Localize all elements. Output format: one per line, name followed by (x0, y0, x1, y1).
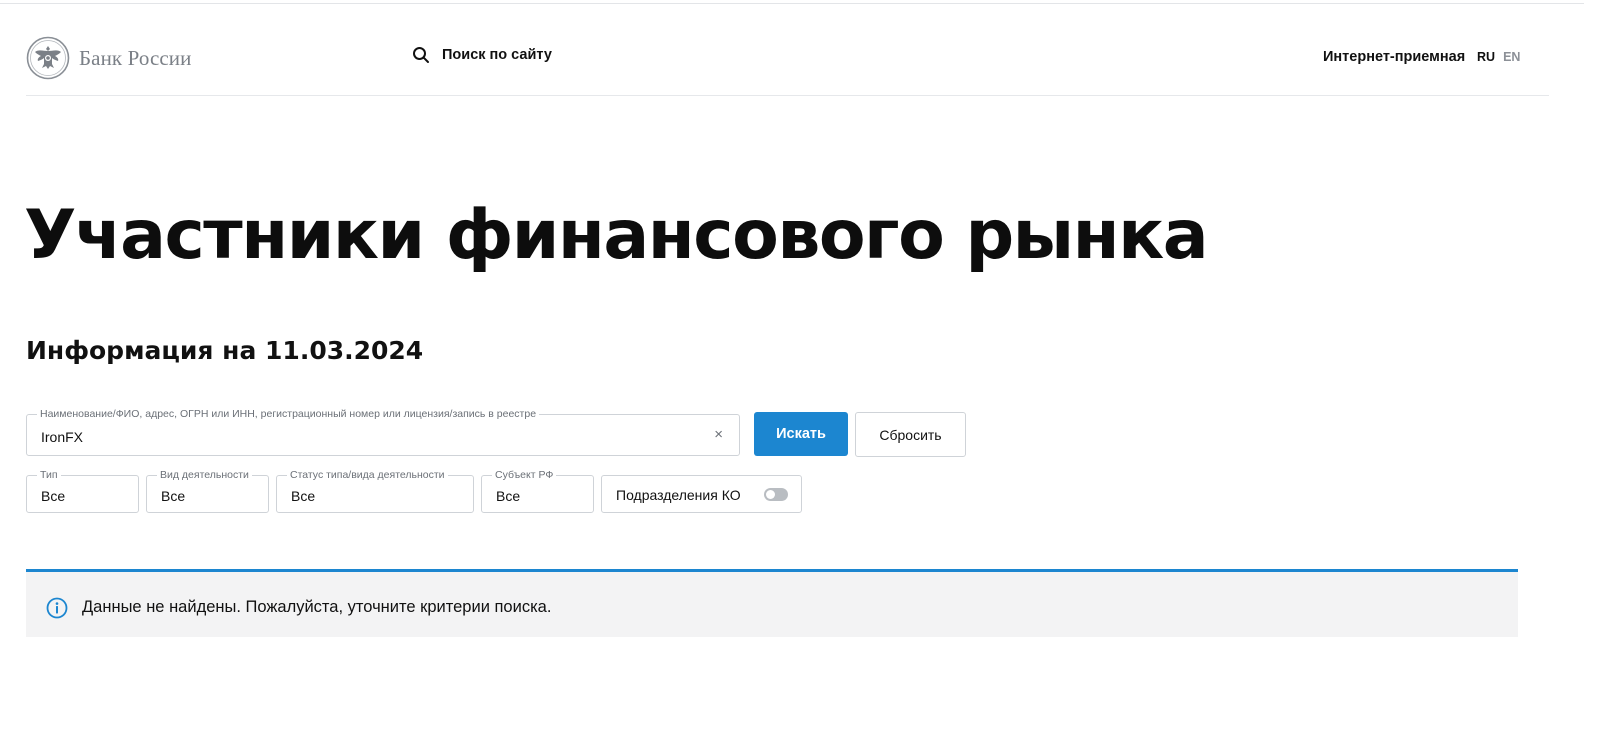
registry-search-input[interactable]: Наименование/ФИО, адрес, ОГРН или ИНН, р… (26, 408, 740, 456)
ko-subdivisions-toggle[interactable]: Подразделения КО (601, 475, 802, 513)
lang-ru[interactable]: RU (1477, 50, 1495, 64)
activity-filter-select[interactable]: Вид деятельности Все (146, 469, 269, 513)
status-filter-value: Все (291, 488, 316, 504)
alert-message: Данные не найдены. Пожалуйста, уточните … (82, 598, 552, 616)
site-search-link[interactable]: Поиск по сайту (412, 46, 552, 64)
site-search-label: Поиск по сайту (442, 47, 552, 63)
region-filter-legend: Субъект РФ (492, 469, 557, 481)
ko-toggle-label: Подразделения КО (616, 487, 741, 503)
lang-en[interactable]: EN (1503, 50, 1520, 64)
region-filter-value: Все (496, 488, 521, 504)
status-filter-legend: Статус типа/вида деятельности (287, 469, 448, 481)
status-filter-select[interactable]: Статус типа/вида деятельности Все (276, 469, 474, 513)
clear-search-icon[interactable]: × (714, 427, 723, 443)
site-header: Банк России Поиск по сайту Интернет-прие… (26, 36, 1549, 96)
eagle-emblem-icon (26, 36, 70, 80)
language-switcher: RU EN (1477, 50, 1520, 64)
bank-logo[interactable]: Банк России (26, 36, 191, 80)
logo-text: Банк России (79, 45, 192, 70)
activity-filter-value: Все (161, 488, 186, 504)
top-divider (0, 3, 1584, 4)
search-button[interactable]: Искать (754, 412, 848, 456)
toggle-switch[interactable] (764, 488, 788, 501)
search-input-legend: Наименование/ФИО, адрес, ОГРН или ИНН, р… (37, 408, 540, 420)
activity-filter-legend: Вид деятельности (157, 469, 252, 481)
region-filter-select[interactable]: Субъект РФ Все (481, 469, 594, 513)
search-input-value[interactable]: IronFX (41, 429, 83, 445)
no-results-alert: Данные не найдены. Пожалуйста, уточните … (26, 569, 1518, 637)
type-filter-value: Все (41, 488, 66, 504)
internet-reception-link[interactable]: Интернет-приемная (1323, 49, 1465, 65)
scrollbar-track[interactable] (1584, 0, 1600, 748)
page-title: Участники финансового рынка (24, 196, 1209, 275)
type-filter-legend: Тип (37, 469, 61, 481)
search-icon (413, 47, 429, 63)
reset-button[interactable]: Сбросить (855, 412, 966, 457)
type-filter-select[interactable]: Тип Все (26, 469, 139, 513)
toggle-knob (766, 490, 775, 499)
info-date-heading: Информация на 11.03.2024 (26, 336, 424, 365)
info-icon (46, 597, 68, 619)
